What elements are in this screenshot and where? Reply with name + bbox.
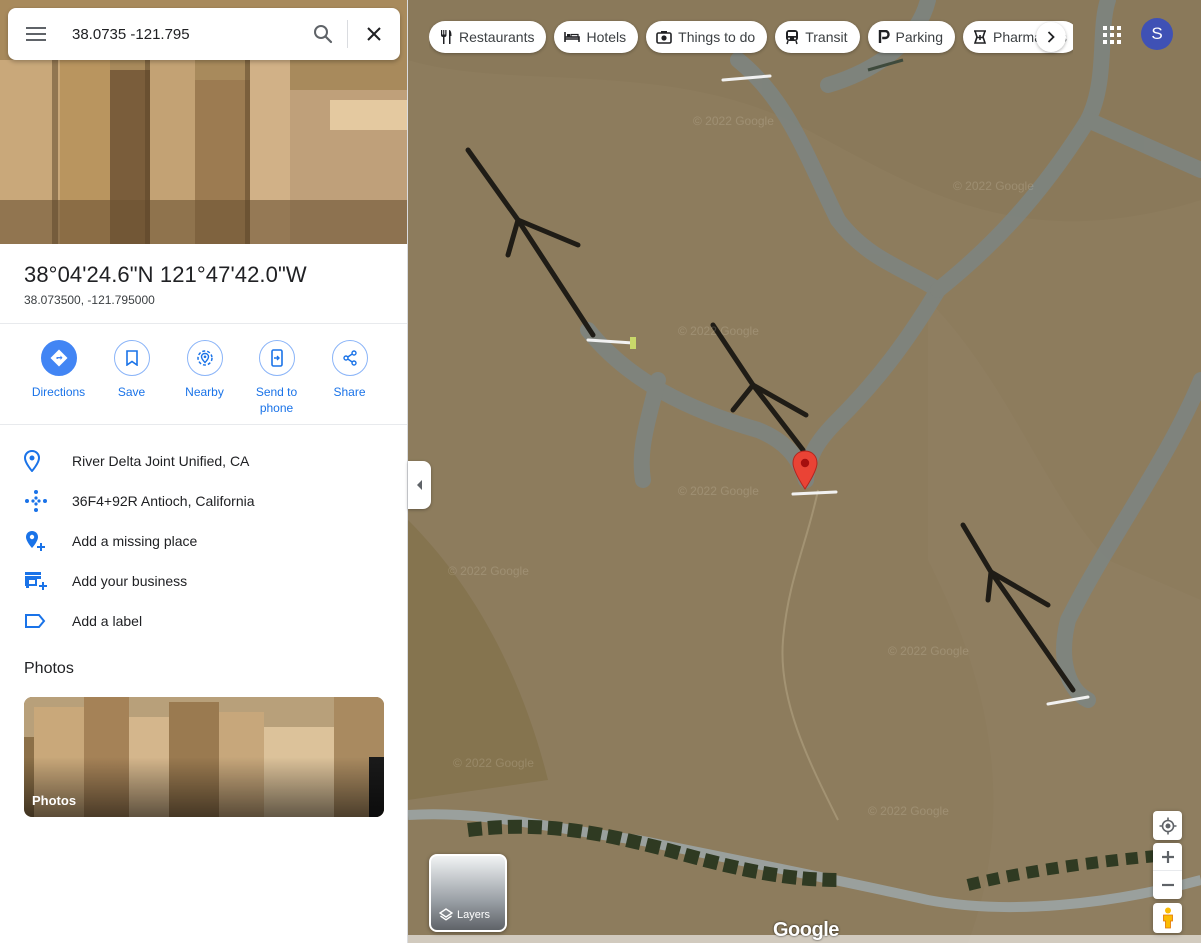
place-header: 38°04'24.6"N 121°47'42.0"W 38.073500, -1… — [0, 244, 407, 324]
directions-icon — [40, 340, 77, 376]
search-input[interactable] — [64, 14, 299, 54]
share-button[interactable]: Share — [313, 340, 386, 400]
chip-restaurants[interactable]: Restaurants — [429, 21, 547, 53]
map-pin-icon[interactable] — [791, 450, 819, 490]
place-info-list: River Delta Joint Unified, CA 36F4+92R A… — [0, 441, 407, 641]
layers-button[interactable]: Layers — [429, 854, 507, 932]
crosshair-icon — [1159, 817, 1176, 834]
map-watermark: © 2022 Google — [868, 804, 949, 818]
directions-label: Directions — [31, 385, 86, 399]
photos-card-shade — [24, 757, 384, 817]
chips-scroll-right-button[interactable] — [1036, 22, 1066, 52]
search-icon[interactable] — [299, 8, 347, 60]
chip-transit[interactable]: Transit — [775, 21, 860, 53]
action-bar: Directions Save Nearby Send to phone Sha… — [0, 324, 407, 425]
share-icon — [331, 340, 368, 376]
map-watermark: © 2022 Google — [693, 114, 774, 128]
chip-hotels[interactable]: Hotels — [554, 21, 639, 53]
minus-icon — [1161, 883, 1174, 887]
layers-label-group: Layers — [439, 908, 490, 922]
chip-transit-label: Transit — [805, 29, 848, 45]
google-apps-button[interactable] — [1098, 21, 1126, 49]
pegman-icon — [1162, 907, 1173, 929]
list-item-add-missing-place[interactable]: Add a missing place — [0, 521, 407, 561]
list-item-add-business[interactable]: Add your business — [0, 561, 407, 601]
plus-code-icon — [0, 489, 72, 513]
parking-icon — [878, 30, 890, 43]
hamburger-menu-icon[interactable] — [8, 8, 64, 60]
category-chips: Restaurants Hotels Things to do Transit … — [429, 17, 1073, 57]
list-item-add-label[interactable]: Add a label — [0, 601, 407, 641]
save-label: Save — [117, 385, 146, 399]
location-pin-icon — [0, 450, 72, 472]
map-watermark: © 2022 Google — [678, 324, 759, 338]
zoom-controls — [1153, 843, 1182, 899]
pharmacy-icon — [973, 30, 987, 44]
location-text: River Delta Joint Unified, CA — [72, 453, 250, 469]
place-coordinates: 38.073500, -121.795000 — [24, 293, 155, 307]
map-watermark: © 2022 Google — [953, 179, 1034, 193]
chip-parking[interactable]: Parking — [867, 21, 955, 53]
map-watermark: © 2022 Google — [678, 484, 759, 498]
search-box — [8, 8, 400, 60]
street-view-pegman-button[interactable] — [1153, 903, 1182, 933]
zoom-out-button[interactable] — [1153, 871, 1182, 899]
chevron-right-icon — [1047, 31, 1055, 43]
map-watermark: © 2022 Google — [453, 756, 534, 770]
chip-parking-label: Parking — [895, 29, 943, 45]
camera-icon — [656, 31, 672, 44]
map-watermark: © 2022 Google — [888, 644, 969, 658]
map-watermark: © 2022 Google — [448, 564, 529, 578]
chip-hotels-label: Hotels — [586, 29, 627, 45]
apps-grid-icon — [1103, 26, 1121, 44]
layers-label: Layers — [457, 909, 491, 921]
add-business-icon — [0, 571, 72, 591]
chip-things-to-do[interactable]: Things to do — [646, 21, 768, 53]
share-label: Share — [333, 385, 366, 399]
add-business-text: Add your business — [72, 573, 188, 589]
my-location-button[interactable] — [1153, 811, 1182, 840]
google-logo: Google — [773, 919, 839, 941]
collapse-panel-button[interactable] — [408, 461, 431, 509]
add-missing-place-text: Add a missing place — [72, 533, 198, 549]
place-panel: 38°04'24.6"N 121°47'42.0"W 38.073500, -1… — [0, 0, 408, 943]
list-item-plus-code[interactable]: 36F4+92R Antioch, California — [0, 481, 407, 521]
chevron-left-icon — [416, 480, 422, 490]
restaurant-icon — [441, 30, 452, 44]
nearby-icon — [186, 340, 223, 376]
add-place-icon — [0, 530, 72, 552]
photos-heading: Photos — [24, 660, 74, 677]
close-icon[interactable] — [348, 8, 400, 60]
add-label-text: Add a label — [72, 613, 143, 629]
directions-button[interactable]: Directions — [22, 340, 95, 400]
zoom-in-button[interactable] — [1153, 843, 1182, 871]
bookmark-icon — [113, 340, 150, 376]
plus-code-text: 36F4+92R Antioch, California — [72, 493, 255, 509]
label-icon — [0, 613, 72, 629]
nearby-label: Nearby — [185, 385, 224, 399]
transit-icon — [786, 30, 799, 45]
plus-icon — [1161, 850, 1174, 863]
save-button[interactable]: Save — [95, 340, 168, 400]
chip-things-to-do-label: Things to do — [678, 29, 756, 45]
avatar[interactable]: S — [1141, 18, 1173, 50]
photos-card-label: Photos — [32, 793, 77, 808]
nearby-button[interactable]: Nearby — [168, 340, 241, 400]
chip-restaurants-label: Restaurants — [459, 29, 535, 45]
send-to-phone-label: Send to phone — [255, 385, 298, 415]
list-item-location[interactable]: River Delta Joint Unified, CA — [0, 441, 407, 481]
hotel-icon — [564, 32, 581, 42]
send-to-phone-icon — [258, 340, 295, 376]
send-to-phone-button[interactable]: Send to phone — [240, 340, 313, 416]
place-title: 38°04'24.6"N 121°47'42.0"W — [24, 262, 307, 287]
photos-card[interactable]: Photos — [24, 697, 384, 817]
layers-icon — [439, 908, 453, 921]
